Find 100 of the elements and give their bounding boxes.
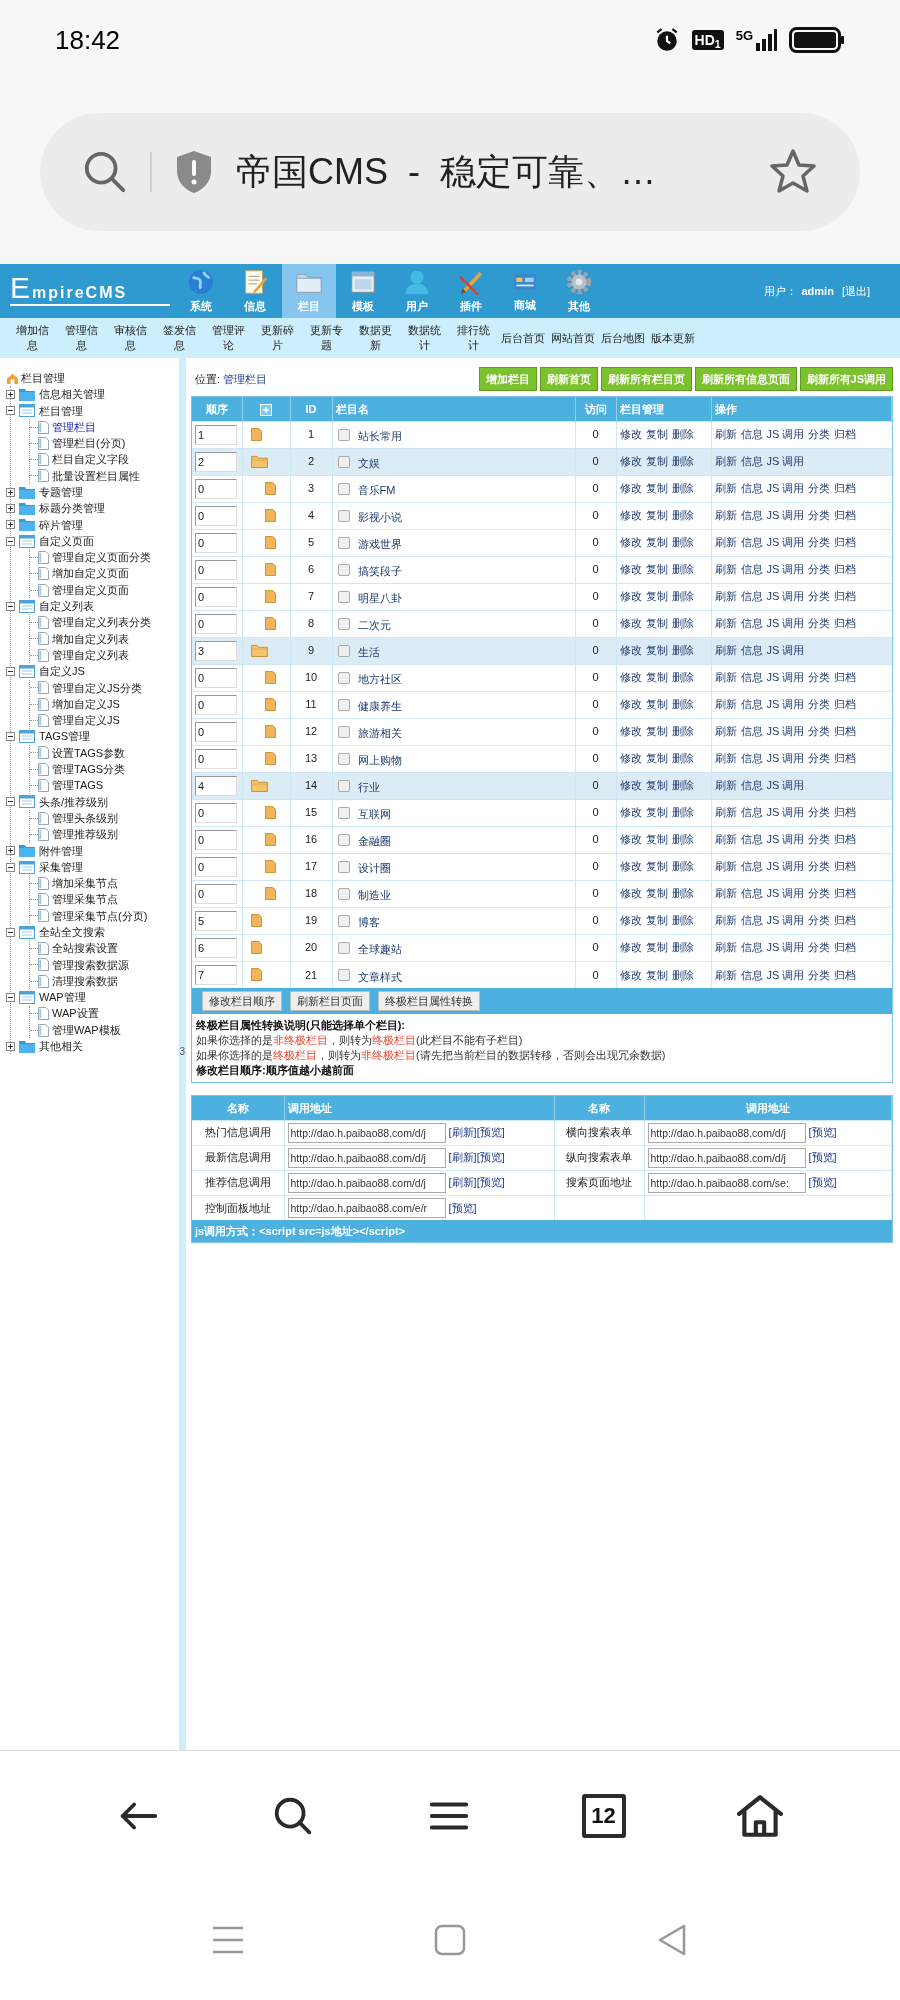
tree-folder[interactable]: 自定义JS xyxy=(6,663,179,680)
expand-icon[interactable] xyxy=(6,487,15,497)
tree-folder[interactable]: 其他相关 xyxy=(6,1038,179,1055)
checkbox[interactable] xyxy=(337,752,350,765)
manage-link[interactable]: 修改 xyxy=(619,642,642,659)
submenu-link[interactable]: 排行统计 xyxy=(449,323,498,353)
manage-link[interactable]: 修改 xyxy=(619,507,642,524)
bracket-link[interactable]: [预览] xyxy=(476,1174,505,1191)
address-bar[interactable]: 帝国CMS - 稳定可靠、… xyxy=(40,113,860,231)
manage-link[interactable]: 修改 xyxy=(619,966,642,983)
action-link[interactable]: 刷新 xyxy=(714,912,737,929)
column-name-link[interactable]: 互联网 xyxy=(357,806,391,823)
action-link[interactable]: 刷新 xyxy=(714,453,737,470)
order-field[interactable]: 0 xyxy=(195,829,237,850)
manage-link[interactable]: 复制 xyxy=(645,588,668,605)
bracket-link[interactable]: [预览] xyxy=(808,1174,837,1191)
checkbox[interactable] xyxy=(337,455,350,468)
submenu-link[interactable]: 更新专题 xyxy=(302,323,351,353)
submenu-link[interactable]: 增加信息 xyxy=(8,323,57,353)
url-field[interactable]: http://dao.h.paibao88.com/se: xyxy=(647,1172,806,1193)
action-link[interactable]: 刷新 xyxy=(714,858,737,875)
url-field[interactable]: http://dao.h.paibao88.com/e/r xyxy=(287,1197,446,1218)
checkbox[interactable] xyxy=(337,590,350,603)
action-link[interactable]: 分类 xyxy=(808,426,831,443)
manage-link[interactable]: 修改 xyxy=(619,561,642,578)
action-link[interactable]: 信息 xyxy=(740,588,763,605)
column-name-link[interactable]: 搞笑段子 xyxy=(357,563,402,580)
manage-link[interactable]: 修改 xyxy=(619,939,642,956)
order-field[interactable]: 0 xyxy=(195,802,237,823)
column-name-link[interactable]: 制造业 xyxy=(357,887,391,904)
tree-folder[interactable]: 附件管理 xyxy=(6,842,179,859)
tree-item[interactable]: 增加自定义列表 xyxy=(30,630,179,648)
action-link[interactable]: 信息 xyxy=(740,696,763,713)
manage-link[interactable]: 修改 xyxy=(619,750,642,767)
manage-link[interactable]: 修改 xyxy=(619,831,642,848)
action-link[interactable]: 分类 xyxy=(808,966,831,983)
checkbox[interactable] xyxy=(337,941,350,954)
tree-folder[interactable]: 标题分类管理 xyxy=(6,500,179,517)
action-link[interactable]: 归档 xyxy=(834,588,857,605)
manage-link[interactable]: 复制 xyxy=(645,939,668,956)
action-link[interactable]: 归档 xyxy=(834,804,857,821)
manage-link[interactable]: 复制 xyxy=(645,912,668,929)
manage-link[interactable]: 删除 xyxy=(671,777,694,794)
collapse-icon[interactable] xyxy=(6,667,15,676)
form-button[interactable]: 修改栏目顺序 xyxy=(202,991,282,1011)
tree-item[interactable]: 管理自定义JS xyxy=(30,712,179,729)
action-link[interactable]: 分类 xyxy=(808,534,831,551)
manage-link[interactable]: 修改 xyxy=(619,453,642,470)
checkbox[interactable] xyxy=(337,806,350,819)
tree-item[interactable]: 管理自定义列表 xyxy=(30,647,179,664)
manage-link[interactable]: 删除 xyxy=(671,723,694,740)
column-name-link[interactable]: 文章样式 xyxy=(357,968,402,985)
action-link[interactable]: JS 调用 xyxy=(766,912,805,929)
checkbox[interactable] xyxy=(337,617,350,630)
tree-item[interactable]: 管理推荐级别 xyxy=(30,826,179,843)
order-field[interactable]: 0 xyxy=(195,559,237,580)
checkbox[interactable] xyxy=(337,779,350,792)
action-link[interactable]: 信息 xyxy=(740,777,763,794)
action-link[interactable]: 信息 xyxy=(740,939,763,956)
column-name-link[interactable]: 行业 xyxy=(357,779,380,796)
action-link[interactable]: 分类 xyxy=(808,588,831,605)
submenu-link[interactable]: 版本更新 xyxy=(648,329,698,347)
column-name-link[interactable]: 文娱 xyxy=(357,455,380,472)
action-link[interactable]: 归档 xyxy=(834,426,857,443)
action-link[interactable]: 分类 xyxy=(808,939,831,956)
action-link[interactable]: 分类 xyxy=(808,696,831,713)
column-name-link[interactable]: 生活 xyxy=(357,644,380,661)
checkbox[interactable] xyxy=(337,671,350,684)
action-link[interactable]: 刷新 xyxy=(714,615,737,632)
checkbox[interactable] xyxy=(337,860,350,873)
manage-link[interactable]: 复制 xyxy=(645,615,668,632)
action-link[interactable]: 刷新 xyxy=(714,777,737,794)
column-name-link[interactable]: 站长常用 xyxy=(357,428,402,445)
manage-link[interactable]: 修改 xyxy=(619,885,642,902)
submenu-link[interactable]: 数据统计 xyxy=(400,323,449,353)
action-link[interactable]: 信息 xyxy=(740,480,763,497)
manage-link[interactable]: 修改 xyxy=(619,669,642,686)
action-link[interactable]: JS 调用 xyxy=(766,642,805,659)
action-link[interactable]: 信息 xyxy=(740,723,763,740)
order-field[interactable]: 2 xyxy=(195,451,237,472)
collapse-icon[interactable] xyxy=(6,601,15,611)
action-link[interactable]: 信息 xyxy=(740,804,763,821)
action-link[interactable]: JS 调用 xyxy=(766,723,805,740)
action-link[interactable]: 信息 xyxy=(740,426,763,443)
order-field[interactable]: 4 xyxy=(195,775,237,796)
manage-link[interactable]: 复制 xyxy=(645,534,668,551)
manage-link[interactable]: 复制 xyxy=(645,426,668,443)
action-link[interactable]: 归档 xyxy=(834,750,857,767)
order-field[interactable]: 0 xyxy=(195,694,237,715)
action-link[interactable]: JS 调用 xyxy=(766,453,805,470)
manage-link[interactable]: 修改 xyxy=(619,480,642,497)
url-field[interactable]: http://dao.h.paibao88.com/d/j xyxy=(287,1122,446,1143)
order-field[interactable]: 3 xyxy=(195,640,237,661)
action-link[interactable]: JS 调用 xyxy=(766,507,805,524)
tree-item[interactable]: 管理栏目(分页) xyxy=(30,435,179,452)
action-link[interactable]: JS 调用 xyxy=(766,480,805,497)
manage-link[interactable]: 复制 xyxy=(645,507,668,524)
submenu-link[interactable]: 管理信息 xyxy=(57,323,106,353)
checkbox[interactable] xyxy=(337,428,350,441)
checkbox[interactable] xyxy=(337,968,350,981)
